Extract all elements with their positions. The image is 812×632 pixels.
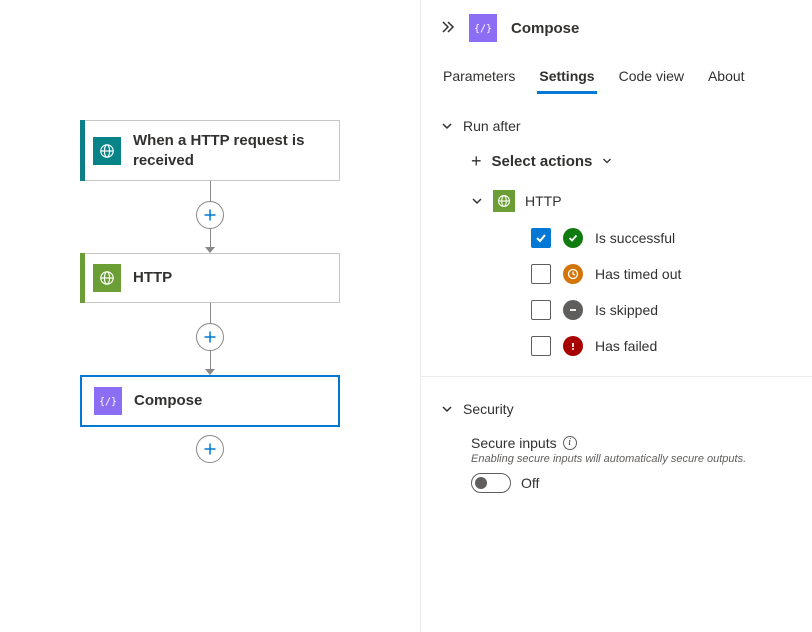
chevron-down-icon <box>471 195 483 207</box>
add-step-button[interactable] <box>196 435 224 463</box>
status-label: Has failed <box>595 338 657 354</box>
divider <box>421 376 812 377</box>
section-run-after: Run after + Select actions HTTP <box>441 114 792 356</box>
field-hint: Enabling secure inputs will automaticall… <box>471 453 792 465</box>
plus-icon <box>203 208 217 222</box>
check-icon <box>534 231 548 245</box>
node-http-trigger[interactable]: When a HTTP request is received <box>80 120 340 181</box>
status-row-skipped: Is skipped <box>531 300 792 320</box>
checkbox-failed[interactable] <box>531 336 551 356</box>
settings-panel: {/} Compose Parameters Settings Code vie… <box>420 0 812 632</box>
compose-icon: {/} <box>469 14 497 42</box>
select-actions-label: Select actions <box>492 153 593 170</box>
dependency-action-toggle[interactable]: HTTP <box>471 184 792 218</box>
chevron-down-icon <box>602 156 612 166</box>
tab-parameters[interactable]: Parameters <box>441 58 517 94</box>
panel-tabs: Parameters Settings Code view About <box>421 58 812 94</box>
node-label: HTTP <box>133 268 172 288</box>
tab-about[interactable]: About <box>706 58 747 94</box>
plus-icon <box>203 330 217 344</box>
success-icon <box>563 228 583 248</box>
checkbox-timeout[interactable] <box>531 264 551 284</box>
section-security: Security Secure inputs i Enabling secure… <box>441 397 792 493</box>
clock-icon <box>563 264 583 284</box>
tab-code-view[interactable]: Code view <box>617 58 686 94</box>
collapse-panel-button[interactable] <box>441 20 455 37</box>
error-icon <box>563 336 583 356</box>
plus-icon: + <box>471 152 482 170</box>
field-label: Secure inputs <box>471 435 557 451</box>
select-actions-button[interactable]: + Select actions <box>441 138 792 184</box>
panel-body: Run after + Select actions HTTP <box>421 94 812 533</box>
dependency-name: HTTP <box>525 193 562 209</box>
checkbox-success[interactable] <box>531 228 551 248</box>
status-row-success: Is successful <box>531 228 792 248</box>
workflow-canvas: When a HTTP request is received HTTP <box>0 0 420 632</box>
chevron-down-icon <box>441 403 453 415</box>
globe-icon <box>493 190 515 212</box>
minus-icon <box>563 300 583 320</box>
dependency-action: HTTP Is successful <box>441 184 792 356</box>
connector <box>196 303 224 375</box>
node-http[interactable]: HTTP <box>80 253 340 303</box>
checkbox-skipped[interactable] <box>531 300 551 320</box>
toggle-knob <box>475 477 487 489</box>
field-secure-inputs: Secure inputs i Enabling secure inputs w… <box>441 435 792 493</box>
connector <box>196 181 224 253</box>
chevron-down-icon <box>441 120 453 132</box>
svg-text:{/}: {/} <box>475 24 491 35</box>
section-title: Run after <box>463 118 521 134</box>
add-step-button[interactable] <box>196 201 224 229</box>
status-label: Is skipped <box>595 302 658 318</box>
section-security-toggle[interactable]: Security <box>441 397 792 421</box>
toggle-value-label: Off <box>521 475 539 491</box>
workflow-flow: When a HTTP request is received HTTP <box>30 120 390 463</box>
status-row-failed: Has failed <box>531 336 792 356</box>
globe-icon <box>93 264 121 292</box>
status-label: Is successful <box>595 230 675 246</box>
node-accent <box>80 120 85 181</box>
compose-icon: {/} <box>94 387 122 415</box>
globe-icon <box>93 137 121 165</box>
panel-title: Compose <box>511 20 579 37</box>
status-row-timeout: Has timed out <box>531 264 792 284</box>
info-icon[interactable]: i <box>563 436 577 450</box>
node-label: When a HTTP request is received <box>133 131 327 170</box>
section-run-after-toggle[interactable]: Run after <box>441 114 792 138</box>
node-label: Compose <box>134 391 202 411</box>
tab-settings[interactable]: Settings <box>537 58 596 94</box>
status-label: Has timed out <box>595 266 681 282</box>
node-compose[interactable]: {/} Compose <box>80 375 340 427</box>
plus-icon <box>203 442 217 456</box>
status-list: Is successful Has timed out <box>471 218 792 356</box>
secure-inputs-toggle[interactable] <box>471 473 511 493</box>
section-title: Security <box>463 401 514 417</box>
svg-text:{/}: {/} <box>100 397 116 408</box>
node-accent <box>80 253 85 303</box>
chevron-double-right-icon <box>441 20 455 34</box>
add-step-button[interactable] <box>196 323 224 351</box>
panel-header: {/} Compose <box>421 0 812 58</box>
